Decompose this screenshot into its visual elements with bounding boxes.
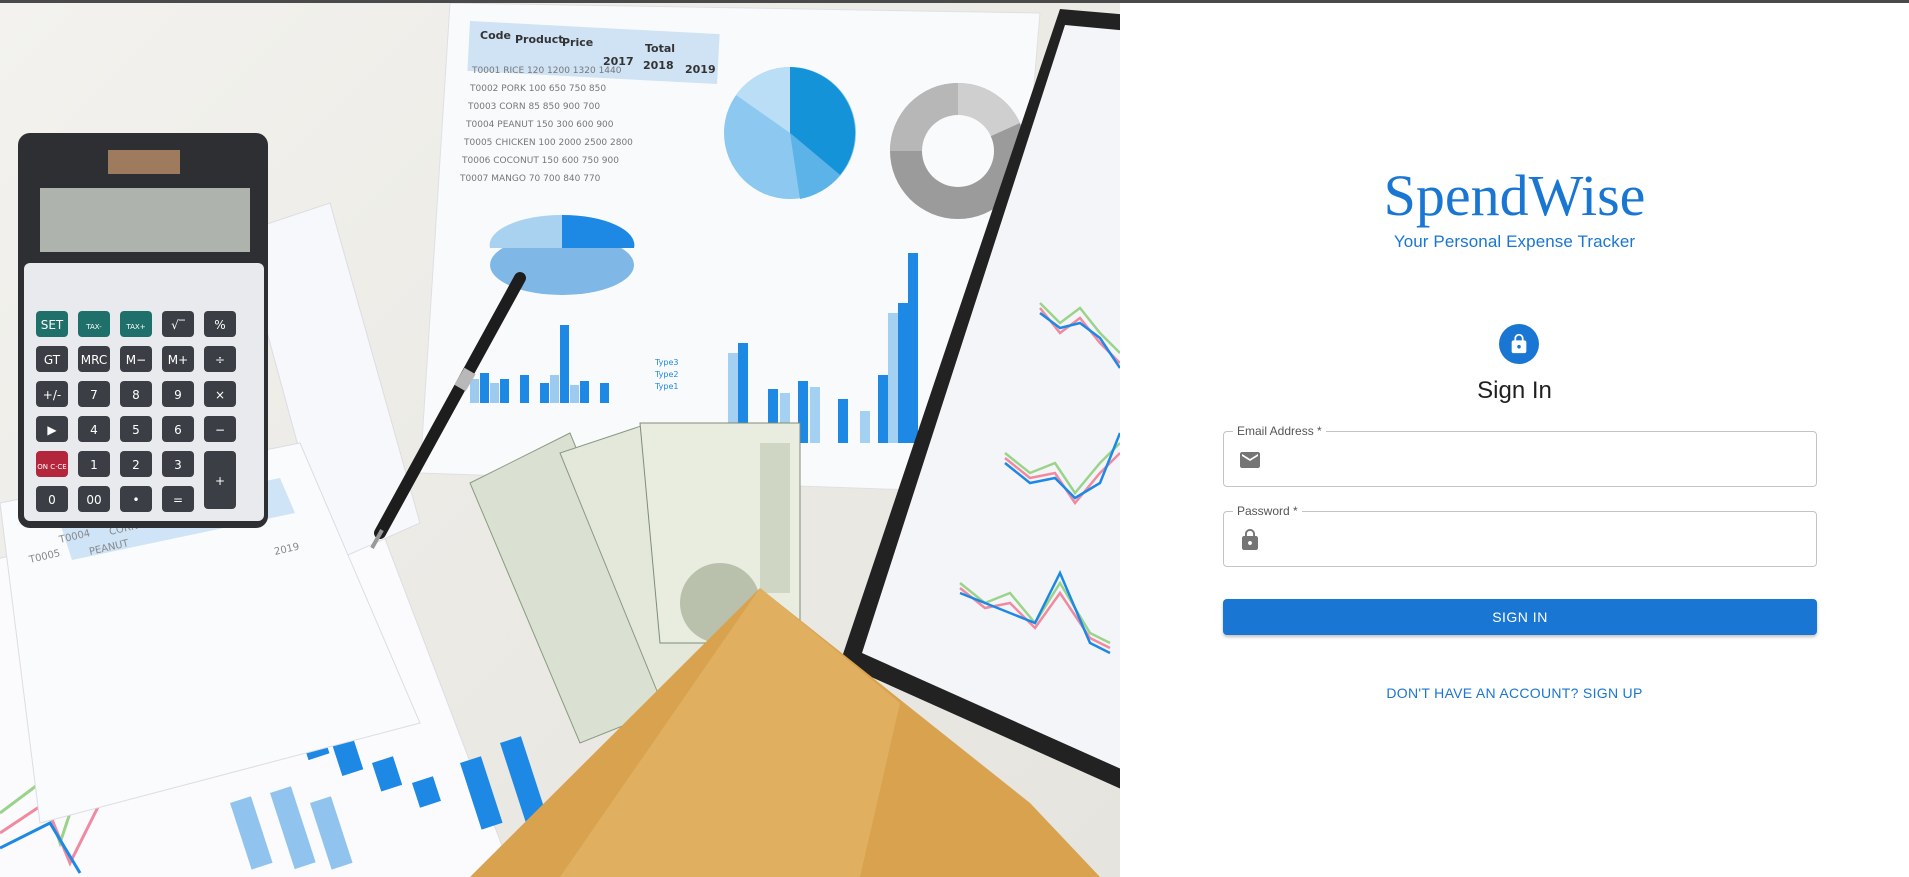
calculator-key-label: + bbox=[215, 474, 225, 488]
finance-desk-illustration: T0004 CORN T0005 PEANUT 2017 2018 2019 C… bbox=[0, 3, 1120, 877]
calculator-key-label: 9 bbox=[174, 388, 182, 402]
password-field[interactable]: Password * bbox=[1223, 503, 1817, 567]
password-input[interactable] bbox=[1270, 520, 1804, 560]
svg-text:Type2: Type2 bbox=[654, 370, 678, 379]
email-field[interactable]: Email Address * bbox=[1223, 423, 1817, 487]
calculator-key-label: − bbox=[215, 423, 225, 437]
calculator-key-label: TAX- bbox=[85, 323, 102, 331]
calculator-key-label: × bbox=[215, 388, 225, 402]
svg-text:T0005 CHICKEN 100 2000 2500: T0005 CHICKEN 100 2000 2500 2800 bbox=[463, 138, 633, 148]
lock-avatar bbox=[1499, 324, 1539, 364]
mail-icon bbox=[1240, 452, 1260, 468]
lock-icon bbox=[1511, 333, 1527, 354]
svg-text:T0006 COCONUT 150 600 750: T0006 COCONUT 150 600 750 900 bbox=[461, 156, 619, 166]
svg-text:T0002 PORK 100 650 750: T0002 PORK 100 650 750 850 bbox=[469, 84, 606, 94]
calculator-key-label: MRC bbox=[81, 353, 107, 367]
calculator-key-label: • bbox=[132, 493, 139, 507]
svg-text:Price: Price bbox=[562, 36, 593, 49]
svg-text:T0004 PEANUT 150 300 600: T0004 PEANUT 150 300 600 900 bbox=[465, 120, 614, 130]
calculator-key-label: 0 bbox=[48, 493, 56, 507]
calculator-key-label: 7 bbox=[90, 388, 98, 402]
calculator-key-label: ÷ bbox=[215, 353, 225, 367]
calculator-key-label: ON C·CE bbox=[37, 463, 66, 471]
svg-text:T0003 CORN 85 850 900: T0003 CORN 85 850 900 700 bbox=[467, 102, 600, 112]
calculator-key-label: = bbox=[173, 493, 183, 507]
svg-text:2018: 2018 bbox=[643, 59, 674, 72]
calculator-key-label: 8 bbox=[132, 388, 140, 402]
calculator-key-label: ▶ bbox=[47, 423, 57, 437]
hero-image: T0004 CORN T0005 PEANUT 2017 2018 2019 C… bbox=[0, 3, 1120, 877]
email-input[interactable] bbox=[1270, 440, 1804, 480]
sign-in-title: Sign In bbox=[1477, 377, 1552, 404]
calculator-key-label: M− bbox=[126, 353, 146, 367]
password-label: Password * bbox=[1233, 503, 1302, 519]
calculator-key-label: 1 bbox=[90, 458, 98, 472]
email-label: Email Address * bbox=[1233, 423, 1326, 439]
sign-in-button[interactable]: SIGN IN bbox=[1223, 599, 1817, 635]
calculator-key-label: 3 bbox=[174, 458, 182, 472]
calculator-key-label: SET bbox=[41, 318, 64, 332]
lock-icon bbox=[1242, 529, 1258, 550]
sign-in-panel: SpendWise Your Personal Expense Tracker … bbox=[1120, 3, 1909, 877]
calculator-key-label: GT bbox=[44, 353, 61, 367]
svg-text:Type1: Type1 bbox=[654, 382, 678, 391]
calculator-key-label: M+ bbox=[168, 353, 188, 367]
svg-text:2019: 2019 bbox=[685, 63, 716, 76]
svg-text:T0001 RICE 120 1200 1320: T0001 RICE 120 1200 1320 1440 bbox=[471, 66, 622, 76]
calculator-key-label: 5 bbox=[132, 423, 140, 437]
calculator-key-label: √‾ bbox=[171, 318, 186, 332]
calculator-key-label: +/- bbox=[43, 388, 61, 402]
calculator-key-label: 00 bbox=[86, 493, 101, 507]
svg-text:Total: Total bbox=[645, 42, 675, 55]
svg-text:Product: Product bbox=[515, 33, 564, 46]
calculator-key-label: % bbox=[214, 318, 225, 332]
calculator-key-label: TAX+ bbox=[125, 323, 145, 331]
brand-logo-text: SpendWise bbox=[1383, 163, 1646, 228]
svg-text:T0007 MANGO 70 700 840: T0007 MANGO 70 700 840 770 bbox=[459, 174, 601, 184]
calculator-key-label: 2 bbox=[132, 458, 140, 472]
sign-up-link[interactable]: DON'T HAVE AN ACCOUNT? SIGN UP bbox=[1120, 685, 1909, 701]
calculator-key-label: 4 bbox=[90, 423, 98, 437]
svg-text:Type3: Type3 bbox=[654, 358, 678, 367]
svg-text:Code: Code bbox=[480, 29, 511, 42]
calculator-key-label: 6 bbox=[174, 423, 182, 437]
brand-tagline: Your Personal Expense Tracker bbox=[1393, 232, 1636, 251]
